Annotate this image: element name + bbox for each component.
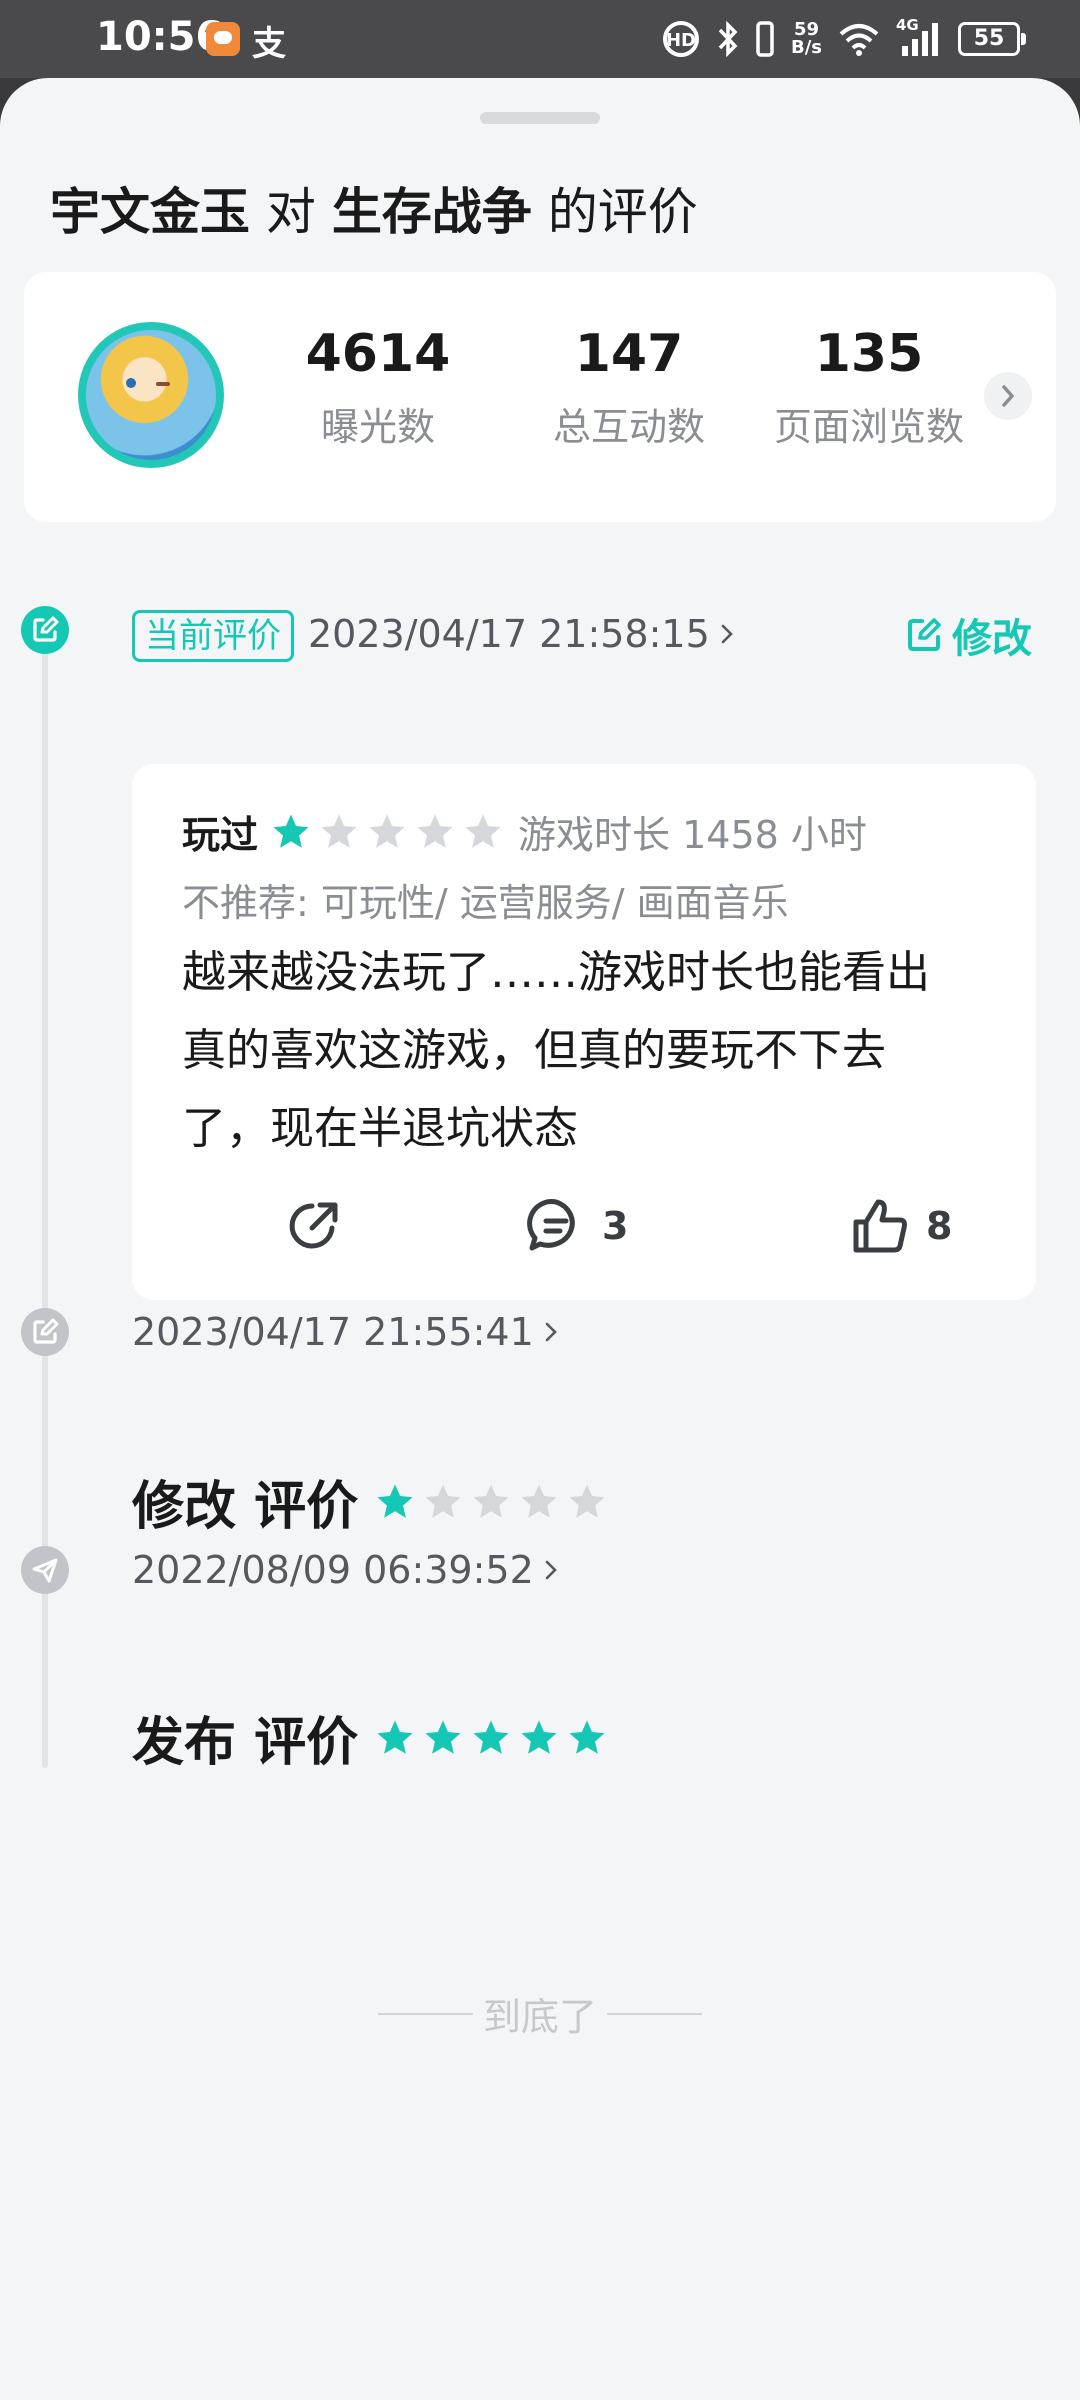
play-status: 玩过 [182,813,259,857]
review-body: 越来越没法玩了……游戏时长也能看出真的喜欢这游戏，但真的要玩不下去了，现在半退坑… [182,947,930,1154]
hd-call-icon: HD [662,21,699,57]
star-empty-icon [321,814,357,848]
star-filled-icon [521,1720,557,1754]
reviewer-name[interactable]: 宇文金玉 [50,183,250,241]
stat-page-views: 135 页面浏览数 [744,324,994,451]
star-filled-icon [377,1720,413,1754]
stat-value: 135 [814,324,924,384]
star-empty-icon [473,1484,509,1518]
vibrate-icon [756,21,774,57]
star-filled-icon [425,1720,461,1754]
review-meta: 玩过 游戏时长 1458 小时 [182,804,867,859]
star-filled-icon [473,1720,509,1754]
comment-icon [527,1199,575,1251]
star-empty-icon [369,814,405,848]
star-filled-icon [377,1484,413,1518]
history-title: 修改 评价 [132,1464,608,1539]
current-review-time[interactable]: 2023/04/17 21:58:15 [308,612,734,656]
history-rating [374,1481,608,1523]
review-tags: 不推荐: 可玩性/ 运营服务/ 画面音乐 [182,881,789,925]
timeline-publish-dot [21,1546,69,1594]
star-empty-icon [569,1484,605,1518]
stat-exposure: 4614 曝光数 [278,324,478,451]
share-icon [289,1202,338,1249]
comment-count: 3 [602,1204,629,1248]
send-icon [32,1558,58,1583]
game-name[interactable]: 生存战争 [332,183,532,241]
star-empty-icon [425,1484,461,1518]
chevron-right-icon [545,1322,557,1342]
edit-check-icon [33,1318,59,1344]
edit-check-icon [33,616,59,642]
review-history-sheet: 宇文金玉 对 生存战争 的评价 4614 曝光数 147 总互动数 135 页面… [0,78,1080,2400]
star-filled-icon [273,814,309,848]
notification-chat-icon [206,22,240,56]
svg-text:HD: HD [666,30,696,51]
stat-label: 页面浏览数 [773,405,964,449]
star-empty-icon [465,814,501,848]
stats-card[interactable]: 4614 曝光数 147 总互动数 135 页面浏览数 [24,272,1056,522]
end-of-list: 到底了 [378,1986,703,2041]
star-empty-icon [417,814,453,848]
timeline-line [42,638,48,1768]
status-bar: 10:56 支 HD 59 B/s 4G 55 [0,0,1080,78]
divider [378,2012,473,2015]
like-count: 8 [926,1204,953,1248]
play-duration: 游戏时长 1458 小时 [518,813,867,857]
history-time[interactable]: 2023/04/17 21:55:41 [132,1310,558,1354]
star-filled-icon [569,1720,605,1754]
avatar[interactable] [78,322,224,468]
stats-more-button[interactable] [984,372,1032,420]
battery-indicator: 55 [958,22,1026,56]
stat-value: 147 [574,324,684,384]
sheet-drag-handle[interactable] [480,112,600,124]
stat-label: 总互动数 [552,405,705,449]
cellular-signal-icon: 4G [896,16,942,58]
bluetooth-icon [718,20,738,58]
history-time[interactable]: 2022/08/09 06:39:52 [132,1548,558,1592]
timeline-current-dot [21,606,69,654]
notification-alipay-icon: 支 [252,24,286,64]
review-card[interactable]: 玩过 游戏时长 1458 小时 不推荐: 可玩性/ 运营服务/ 画面音乐 越来越… [132,764,1036,1300]
chevron-right-icon [545,1560,557,1580]
page-title: 宇文金玉 对 生存战争 的评价 [50,172,698,244]
history-title: 发布 评价 [132,1700,608,1775]
title-suffix: 的评价 [547,183,698,241]
timeline-edit-dot [21,1308,69,1356]
stat-label: 曝光数 [320,405,435,449]
review-rating [270,811,504,853]
wifi-icon [839,24,879,56]
title-connector: 对 [265,183,316,241]
status-time: 10:56 [96,14,224,60]
star-empty-icon [521,1484,557,1518]
status-icons: HD 59 B/s 4G 55 [661,14,1026,64]
stat-value: 4614 [305,324,451,384]
edit-review-button[interactable]: 修改 [904,606,1032,664]
current-review-badge: 当前评价 [132,610,294,662]
divider [607,2012,703,2015]
thumbs-up-icon [853,1199,907,1253]
review-actions: 3 8 [132,1194,1036,1284]
comment-button[interactable]: 3 [524,1194,628,1258]
edit-icon [908,618,941,651]
stat-interactions: 147 总互动数 [524,324,734,451]
history-rating [374,1717,608,1759]
chevron-right-icon [721,624,733,644]
chevron-right-icon [1002,385,1014,407]
like-button[interactable]: 8 [848,1194,952,1258]
share-button[interactable] [282,1194,346,1258]
end-text: 到底了 [483,1995,598,2039]
net-speed: 59 B/s [790,19,822,58]
